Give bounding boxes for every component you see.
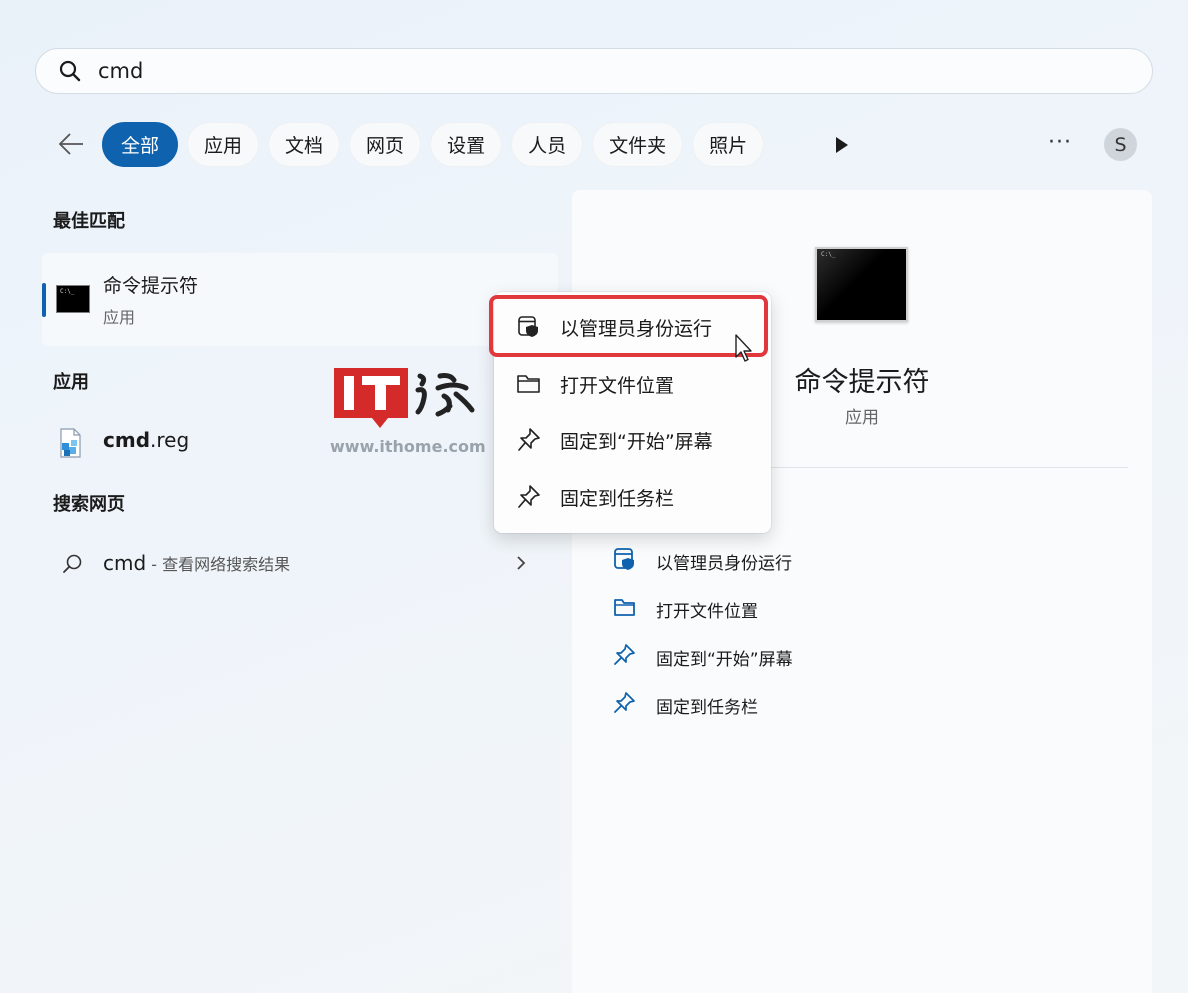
cmd-reg-result[interactable]: cmd.reg: [103, 428, 189, 452]
chevron-right-icon[interactable]: [514, 553, 528, 577]
ithome-watermark-logo: [332, 366, 484, 434]
watermark-url: www.ithome.com: [330, 437, 486, 456]
ctx-item-label: 固定到任务栏: [560, 487, 675, 510]
shield-window-icon: [612, 547, 638, 576]
registry-file-icon: [58, 428, 82, 458]
more-options-button[interactable]: ···: [1048, 130, 1072, 155]
web-search-text: cmd - 查看网络搜索结果: [103, 551, 290, 575]
search-icon: [59, 60, 81, 82]
cmd-app-icon: [56, 285, 90, 313]
ctx-item-label: 固定到“开始”屏幕: [560, 430, 713, 453]
detail-action-pin-start[interactable]: 固定到“开始”屏幕: [612, 643, 793, 672]
filter-chip-apps[interactable]: 应用: [187, 122, 260, 167]
search-input[interactable]: [96, 58, 1100, 84]
pin-icon: [516, 427, 542, 453]
selection-indicator: [42, 283, 46, 317]
result-name-ext: .reg: [150, 428, 190, 452]
pin-icon: [612, 691, 638, 720]
apps-heading: 应用: [53, 372, 89, 393]
cmd-app-large-icon: [815, 247, 908, 322]
ctx-item-pin-start[interactable]: 固定到“开始”屏幕: [494, 416, 771, 464]
web-query-suffix: - 查看网络搜索结果: [146, 555, 291, 574]
result-name-bold: cmd: [103, 428, 151, 452]
filter-chip-documents[interactable]: 文档: [268, 122, 341, 167]
mouse-cursor-icon: [734, 333, 754, 367]
user-avatar[interactable]: S: [1104, 128, 1137, 161]
detail-action-label: 固定到任务栏: [656, 698, 758, 718]
filter-chip-all[interactable]: 全部: [102, 122, 179, 167]
detail-action-open-location[interactable]: 打开文件位置: [612, 595, 758, 624]
detail-action-pin-taskbar[interactable]: 固定到任务栏: [612, 691, 758, 720]
filter-chip-web[interactable]: 网页: [349, 122, 422, 167]
detail-action-run-as-admin[interactable]: 以管理员身份运行: [612, 547, 792, 576]
search-icon: [62, 553, 84, 579]
ctx-item-open-location[interactable]: 打开文件位置: [494, 360, 771, 408]
filter-chip-folders[interactable]: 文件夹: [592, 122, 684, 167]
filter-chip-photos[interactable]: 照片: [692, 122, 765, 167]
more-filters-play-icon[interactable]: [830, 132, 854, 158]
filter-chips: 全部 应用 文档 网页 设置 人员 文件夹 照片: [102, 122, 765, 167]
folder-icon: [516, 373, 542, 395]
best-match-title: 命令提示符: [103, 275, 199, 297]
best-match-subtitle: 应用: [103, 308, 136, 327]
back-arrow-icon[interactable]: [55, 128, 87, 160]
filter-chip-people[interactable]: 人员: [511, 122, 584, 167]
filter-chip-settings[interactable]: 设置: [430, 122, 503, 167]
pin-icon: [612, 643, 638, 672]
search-bar[interactable]: [35, 48, 1153, 94]
web-search-heading: 搜索网页: [53, 494, 125, 515]
annotation-highlight-box: [489, 295, 768, 357]
ctx-item-label: 打开文件位置: [560, 374, 675, 397]
detail-action-label: 打开文件位置: [656, 602, 758, 622]
best-match-item[interactable]: [42, 253, 558, 346]
web-query: cmd: [103, 551, 147, 575]
ctx-item-pin-taskbar[interactable]: 固定到任务栏: [494, 473, 771, 521]
pin-icon: [516, 484, 542, 510]
detail-action-label: 以管理员身份运行: [656, 554, 792, 574]
detail-action-label: 固定到“开始”屏幕: [656, 650, 793, 670]
best-match-heading: 最佳匹配: [53, 211, 125, 232]
folder-icon: [612, 595, 638, 624]
